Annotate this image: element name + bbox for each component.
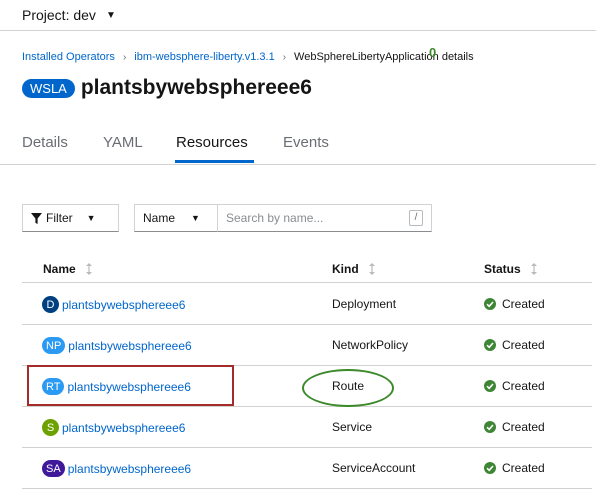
table-row: D plantsbywebsphereee6 Deployment Create…	[22, 284, 592, 325]
breadcrumb-installed-operators[interactable]: Installed Operators	[22, 51, 115, 63]
check-circle-icon	[484, 298, 496, 310]
search-attribute-select[interactable]: Name ▼	[134, 204, 218, 232]
search-input[interactable]	[218, 204, 432, 232]
resource-kind-badge: WSLA	[22, 78, 75, 98]
column-header-label: Name	[43, 262, 76, 276]
kind-badge: D	[42, 296, 59, 313]
sort-icon	[368, 263, 375, 275]
status-text: Created	[502, 297, 545, 311]
resource-kind: Deployment	[332, 297, 397, 311]
column-header-status[interactable]: Status	[484, 262, 537, 276]
keyboard-shortcut-hint: /	[409, 210, 423, 226]
page-title: plantsbywebsphereee6	[80, 76, 312, 99]
tab-details[interactable]: Details	[22, 134, 68, 151]
resource-name-link[interactable]: S plantsbywebsphereee6	[42, 419, 185, 436]
column-header-label: Status	[484, 262, 521, 276]
table-header-divider	[22, 282, 592, 283]
page-header: WSLA plantsbywebsphereee6	[22, 76, 312, 100]
kind-badge: SA	[42, 460, 65, 477]
tab-yaml[interactable]: YAML	[103, 134, 143, 151]
caret-down-icon: ▼	[105, 9, 116, 21]
search-attribute-label: Name	[143, 211, 176, 225]
breadcrumb-operator-version[interactable]: ibm-websphere-liberty.v1.3.1	[134, 51, 274, 63]
tab-bar: Details YAML Resources Events	[0, 126, 596, 165]
check-circle-icon	[484, 421, 496, 433]
resource-status: Created	[484, 338, 545, 352]
annotation-mark: 0	[429, 45, 437, 60]
resource-name: plantsbywebsphereee6	[62, 420, 186, 435]
resource-kind: Service	[332, 420, 373, 434]
resource-kind: NetworkPolicy	[332, 338, 409, 352]
resource-status: Created	[484, 379, 545, 393]
caret-down-icon: ▼	[191, 213, 200, 223]
breadcrumb: Installed Operators › ibm-websphere-libe…	[22, 51, 474, 63]
status-text: Created	[502, 338, 545, 352]
status-text: Created	[502, 379, 545, 393]
resource-name: plantsbywebsphereee6	[67, 461, 192, 476]
check-circle-icon	[484, 380, 496, 392]
breadcrumb-current: WebSphereLibertyApplication details	[294, 51, 474, 63]
column-header-kind[interactable]: Kind	[332, 262, 375, 276]
resource-kind: ServiceAccount	[332, 461, 416, 475]
tab-events[interactable]: Events	[283, 134, 329, 151]
table-row: S plantsbywebsphereee6 Service Created	[22, 407, 592, 448]
project-label: Project: dev	[22, 7, 96, 23]
tab-resources[interactable]: Resources	[176, 134, 248, 151]
column-header-label: Kind	[332, 262, 359, 276]
status-text: Created	[502, 461, 545, 475]
highlight-rectangle-annotation	[27, 365, 234, 406]
top-divider	[0, 30, 596, 31]
chevron-right-icon: ›	[122, 51, 127, 63]
active-tab-indicator	[175, 160, 254, 163]
resource-name-link[interactable]: NP plantsbywebsphereee6	[42, 337, 192, 354]
filter-label: Filter	[46, 211, 73, 225]
project-selector[interactable]: Project: dev ▼	[0, 0, 596, 30]
resource-status: Created	[484, 420, 545, 434]
resource-name-link[interactable]: SA plantsbywebsphereee6	[42, 460, 191, 477]
kind-badge: S	[42, 419, 59, 436]
filter-button[interactable]: Filter ▼	[22, 204, 119, 232]
table-row: NP plantsbywebsphereee6 NetworkPolicy Cr…	[22, 325, 592, 366]
kind-badge: NP	[42, 337, 66, 354]
column-header-name[interactable]: Name	[43, 262, 92, 276]
sort-icon	[530, 263, 537, 275]
chevron-right-icon: ›	[282, 51, 287, 63]
resource-status: Created	[484, 461, 545, 475]
filter-icon	[31, 212, 42, 224]
table-row: SA plantsbywebsphereee6 ServiceAccount C…	[22, 448, 592, 489]
check-circle-icon	[484, 339, 496, 351]
resource-name: plantsbywebsphereee6	[68, 338, 192, 353]
check-circle-icon	[484, 462, 496, 474]
resource-status: Created	[484, 297, 545, 311]
highlight-ellipse-annotation	[302, 369, 394, 407]
status-text: Created	[502, 420, 545, 434]
caret-down-icon: ▼	[86, 213, 96, 223]
resource-name: plantsbywebsphereee6	[62, 297, 186, 312]
sort-icon	[85, 263, 92, 275]
resource-name-link[interactable]: D plantsbywebsphereee6	[42, 296, 185, 313]
